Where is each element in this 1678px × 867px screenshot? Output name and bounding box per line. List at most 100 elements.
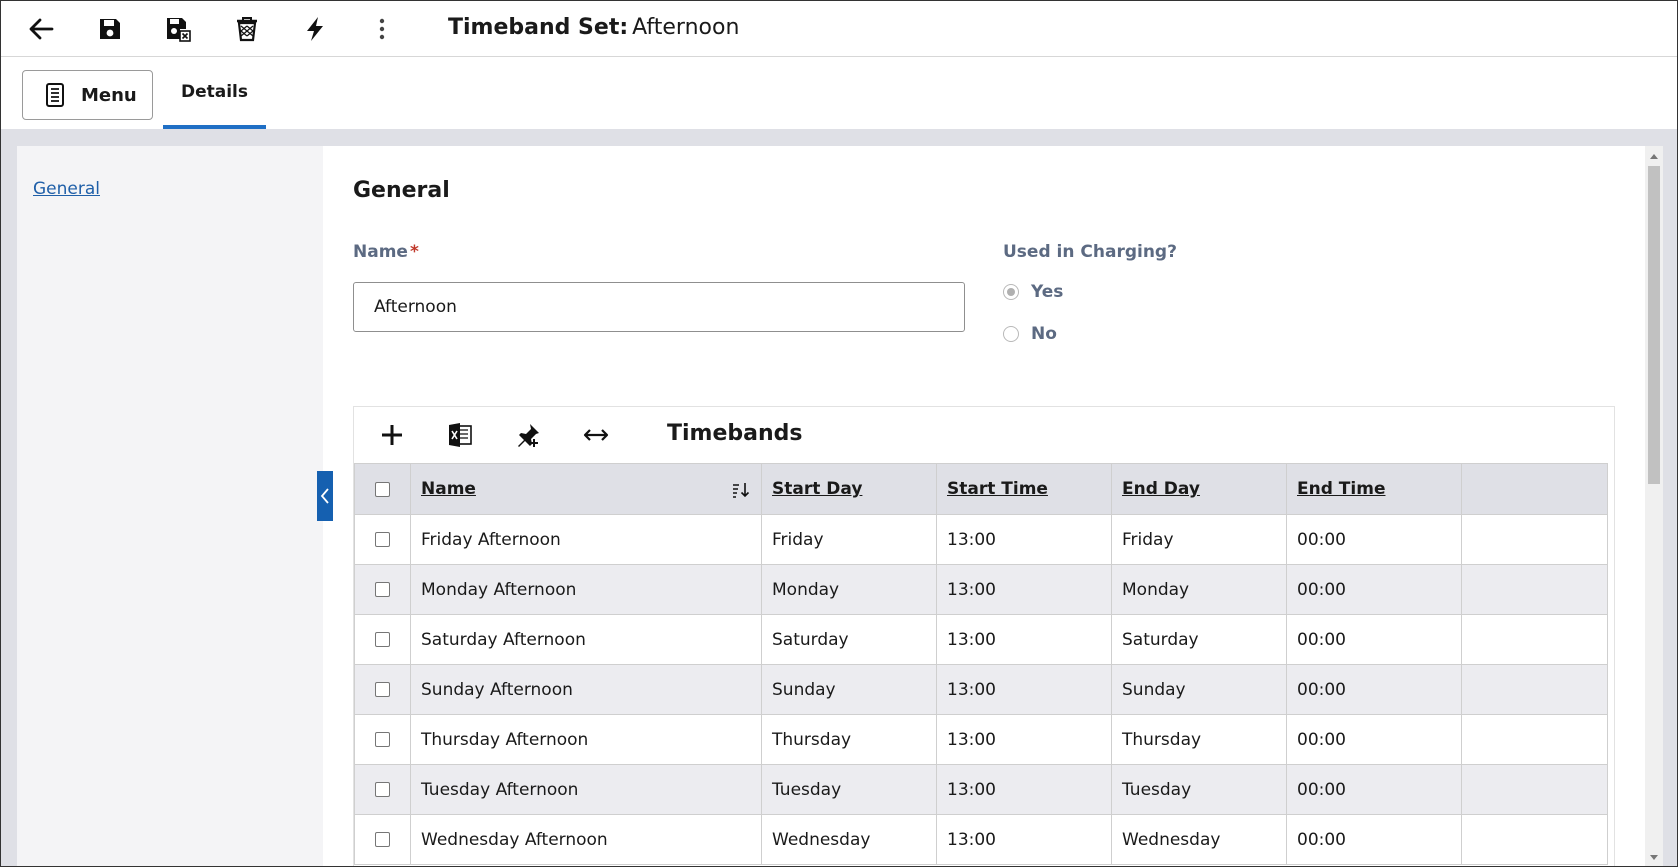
collapse-panel-button[interactable]	[317, 471, 333, 521]
cell-start-day: Tuesday	[761, 764, 937, 815]
main-content: General Name* Used in Charging? Yes No	[323, 146, 1645, 866]
excel-export-icon[interactable]	[444, 419, 476, 451]
charging-no-label: No	[1031, 324, 1057, 344]
section-title-general: General	[353, 178, 450, 203]
timebands-toolbar: Timebands	[354, 407, 1614, 463]
delete-icon[interactable]	[229, 11, 265, 47]
cell-empty	[1461, 614, 1608, 665]
row-select-cell	[354, 614, 411, 665]
table-row[interactable]: Friday Afternoon Friday 13:00 Friday 00:00	[354, 514, 1608, 565]
row-checkbox[interactable]	[375, 732, 390, 747]
cell-name: Monday Afternoon	[410, 564, 762, 615]
body-area: General General Name* Used in Charging? …	[1, 129, 1677, 866]
row-select-cell	[354, 564, 411, 615]
table-row[interactable]: Saturday Afternoon Saturday 13:00 Saturday 0…	[354, 614, 1608, 665]
cell-empty	[1461, 664, 1608, 715]
cell-start-time: 13:00	[936, 514, 1112, 565]
column-header-start-time[interactable]: Start Time	[936, 463, 1112, 515]
cell-start-day: Thursday	[761, 714, 937, 765]
timebands-grid: Timebands Name Start Day Start Time End …	[353, 406, 1615, 866]
app-window: Timeband Set: Afternoon Menu Details Gene…	[0, 0, 1678, 867]
cell-end-day: Monday	[1111, 564, 1287, 615]
row-select-cell	[354, 814, 411, 865]
table-row[interactable]: Tuesday Afternoon Tuesday 13:00 Tuesday 00:0…	[354, 764, 1608, 815]
vertical-scrollbar[interactable]	[1645, 146, 1663, 866]
cell-start-day: Friday	[761, 514, 937, 565]
cell-end-day: Wednesday	[1111, 814, 1287, 865]
row-checkbox[interactable]	[375, 582, 390, 597]
table-row[interactable]: Sunday Afternoon Sunday 13:00 Sunday 00:00	[354, 664, 1608, 715]
timebands-table: Name Start Day Start Time End Day End Ti…	[354, 463, 1608, 865]
cell-start-time: 13:00	[936, 664, 1112, 715]
save-close-icon[interactable]	[160, 11, 196, 47]
used-in-charging-label: Used in Charging?	[1003, 242, 1177, 262]
cell-start-time: 13:00	[936, 714, 1112, 765]
charging-no-option[interactable]: No	[1003, 324, 1057, 344]
table-row[interactable]: Wednesday Afternoon Wednesday 13:00 Wednesd…	[354, 814, 1608, 865]
cell-name: Saturday Afternoon	[410, 614, 762, 665]
cell-end-day: Tuesday	[1111, 764, 1287, 815]
cell-start-time: 13:00	[936, 764, 1112, 815]
top-toolbar: Timeband Set: Afternoon	[1, 1, 1677, 57]
required-indicator: *	[409, 242, 419, 262]
name-label-text: Name	[353, 242, 408, 262]
sort-descending-icon[interactable]	[731, 480, 751, 500]
column-header-name-label: Name	[421, 479, 476, 499]
row-checkbox[interactable]	[375, 532, 390, 547]
cell-end-day: Thursday	[1111, 714, 1287, 765]
table-row[interactable]: Thursday Afternoon Thursday 13:00 Thursday 0…	[354, 714, 1608, 765]
leftnav-item-general[interactable]: General	[33, 179, 100, 199]
row-checkbox[interactable]	[375, 632, 390, 647]
table-row[interactable]: Monday Afternoon Monday 13:00 Monday 00:00	[354, 564, 1608, 615]
charging-yes-option[interactable]: Yes	[1003, 282, 1063, 302]
column-header-start-day[interactable]: Start Day	[761, 463, 937, 515]
resize-columns-icon[interactable]	[580, 419, 612, 451]
scroll-up-arrow-icon[interactable]	[1645, 148, 1663, 164]
add-icon[interactable]	[376, 419, 408, 451]
menu-button[interactable]: Menu	[22, 70, 153, 120]
cell-start-day: Saturday	[761, 614, 937, 665]
save-icon[interactable]	[92, 11, 128, 47]
cell-empty	[1461, 714, 1608, 765]
cell-start-day: Sunday	[761, 664, 937, 715]
cell-end-day: Sunday	[1111, 664, 1287, 715]
actions-bolt-icon[interactable]	[297, 11, 333, 47]
page-title-value: Afternoon	[632, 15, 740, 40]
row-select-cell	[354, 664, 411, 715]
left-navigation: General	[17, 146, 323, 866]
row-checkbox[interactable]	[375, 832, 390, 847]
name-input[interactable]	[353, 282, 965, 332]
scrollbar-thumb[interactable]	[1648, 166, 1660, 484]
scroll-down-arrow-icon[interactable]	[1645, 850, 1663, 866]
row-select-cell	[354, 714, 411, 765]
charging-yes-radio[interactable]	[1003, 284, 1019, 300]
more-vertical-icon[interactable]	[364, 11, 400, 47]
cell-empty	[1461, 814, 1608, 865]
timebands-title: Timebands	[667, 421, 803, 446]
charging-yes-label: Yes	[1031, 282, 1064, 302]
cell-start-time: 13:00	[936, 814, 1112, 865]
cell-start-time: 13:00	[936, 564, 1112, 615]
pin-icon[interactable]	[512, 419, 544, 451]
name-field-label: Name *	[353, 242, 419, 262]
cell-name: Sunday Afternoon	[410, 664, 762, 715]
tab-details[interactable]: Details	[163, 57, 266, 129]
column-header-name[interactable]: Name	[410, 463, 762, 515]
select-all-checkbox[interactable]	[375, 481, 390, 497]
cell-end-time: 00:00	[1286, 514, 1462, 565]
menu-button-label: Menu	[81, 84, 137, 106]
column-header-end-time[interactable]: End Time	[1286, 463, 1462, 515]
cell-empty	[1461, 764, 1608, 815]
cell-end-time: 00:00	[1286, 814, 1462, 865]
cell-end-time: 00:00	[1286, 564, 1462, 615]
row-checkbox[interactable]	[375, 782, 390, 797]
cell-empty	[1461, 514, 1608, 565]
cell-name: Thursday Afternoon	[410, 714, 762, 765]
cell-end-time: 00:00	[1286, 664, 1462, 715]
charging-no-radio[interactable]	[1003, 326, 1019, 342]
back-arrow-icon[interactable]	[23, 11, 59, 47]
column-header-end-day[interactable]: End Day	[1111, 463, 1287, 515]
row-checkbox[interactable]	[375, 682, 390, 697]
menu-document-icon	[46, 83, 64, 107]
cell-end-time: 00:00	[1286, 714, 1462, 765]
